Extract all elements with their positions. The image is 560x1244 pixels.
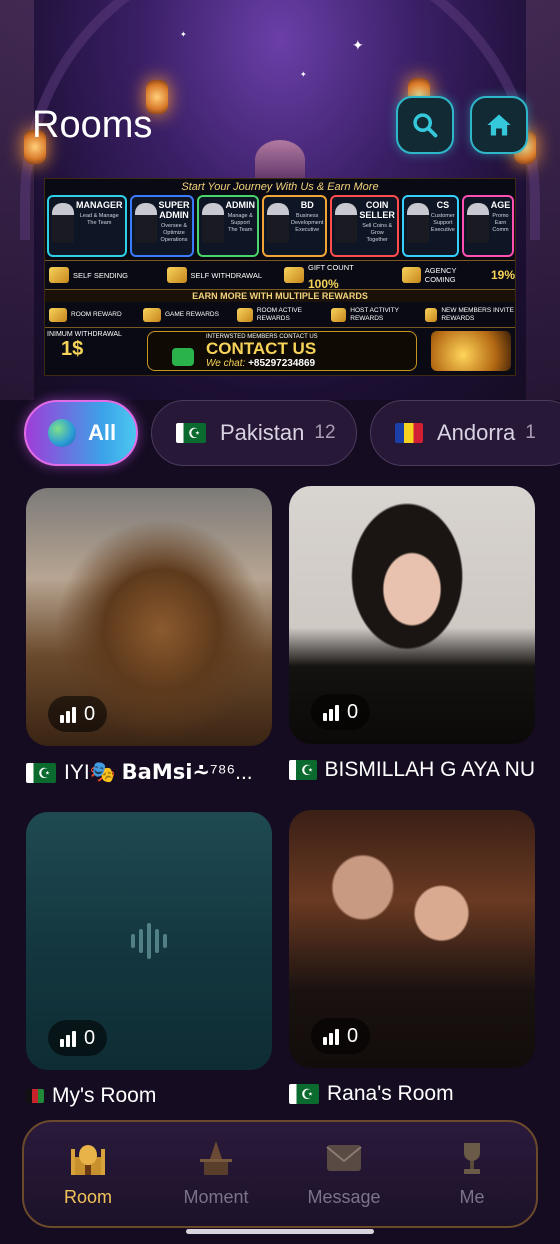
online-count: 0 — [311, 1018, 371, 1054]
trophy-icon — [49, 307, 67, 322]
search-icon — [413, 113, 438, 138]
temple-icon — [196, 1137, 236, 1177]
pakistan-flag-icon — [289, 760, 317, 780]
filter-chip-all[interactable]: All — [24, 400, 138, 466]
paper-plane-icon — [49, 267, 69, 283]
trophy-icon — [452, 1137, 492, 1177]
signal-bars-icon — [323, 1027, 339, 1045]
person-icon — [52, 203, 74, 243]
nav-message[interactable]: Message — [280, 1122, 408, 1226]
gift-icon — [425, 307, 438, 322]
contact-us-box: INTERWSTED MEMBERS CONTACT US CONTACT US… — [147, 331, 417, 371]
nav-me[interactable]: Me — [408, 1122, 536, 1226]
person-icon — [134, 203, 157, 243]
treasure-chest-icon — [431, 331, 511, 371]
star-icon — [331, 307, 347, 322]
nav-moment[interactable]: Moment — [152, 1122, 280, 1226]
online-count: 0 — [48, 1020, 108, 1056]
min-withdrawal: INIMUM WITHDRAWAL 1$ — [47, 331, 122, 360]
globe-icon — [48, 419, 76, 447]
person-icon — [466, 203, 489, 243]
room-card[interactable]: 0 Rana's Room — [289, 810, 535, 1106]
room-cover: 0 — [26, 488, 272, 746]
person-icon — [406, 203, 429, 243]
wallet-icon — [166, 267, 187, 283]
room-card[interactable]: 0 IYI🎭 𝗕𝗮𝗠𝘀𝗶⩪⁷⁸⁶... — [26, 488, 272, 785]
sparkle-icon: ✦ — [300, 70, 307, 79]
andorra-flag-icon — [395, 423, 423, 443]
room-name: My's Room — [52, 1084, 157, 1107]
group-icon — [237, 307, 253, 322]
nav-room[interactable]: Room — [24, 1122, 152, 1226]
role-card: AGE Promo Earn Comm — [461, 195, 515, 257]
page-title: Rooms — [32, 104, 153, 146]
banner-rewards: ROOM REWARD GAME REWARDS ROOM ACTIVE REW… — [45, 302, 515, 328]
pakistan-flag-icon — [289, 1084, 319, 1104]
bottom-nav: Room Moment Message Me — [22, 1120, 538, 1228]
person-icon — [201, 203, 224, 243]
gift-icon — [284, 267, 304, 283]
signal-bars-icon — [323, 703, 339, 721]
search-button[interactable] — [396, 96, 454, 154]
palace-icon — [68, 1137, 108, 1177]
banner-perks: SELF SENDING SELF WITHDRAWAL GIFT COUNT 1… — [45, 260, 515, 291]
online-count: 0 — [48, 696, 108, 732]
home-indicator[interactable] — [186, 1229, 374, 1234]
audio-wave-icon — [131, 923, 167, 959]
pakistan-flag-icon — [176, 423, 206, 443]
room-name: Rana's Room — [327, 1082, 454, 1105]
filter-chip-pakistan[interactable]: Pakistan 12 — [151, 400, 357, 466]
pakistan-flag-icon — [26, 762, 56, 783]
filter-chip-andorra[interactable]: Andorra 1 — [370, 400, 560, 466]
signal-bars-icon — [60, 705, 76, 723]
role-card: BD Business Development Executive — [262, 195, 328, 257]
role-card: SUPER ADMIN Oversee & Optimize Operations — [129, 195, 194, 257]
banner-earn-more: EARN MORE WITH MULTIPLE REWARDS — [45, 290, 515, 302]
sparkle-icon: ✦ — [352, 38, 364, 54]
signal-bars-icon — [60, 1029, 76, 1047]
sparkle-icon: ✦ — [180, 30, 187, 39]
gamepad-icon — [143, 307, 161, 322]
room-cover: 0 — [289, 810, 535, 1068]
role-card: MANAGER Lead & Manage The Team — [47, 195, 127, 257]
online-count: 0 — [311, 694, 371, 730]
afghanistan-flag-icon — [26, 1089, 44, 1103]
envelope-icon — [324, 1137, 364, 1177]
wechat-icon — [172, 348, 194, 366]
coins-icon — [401, 267, 421, 283]
room-name: BISMILLAH G AYA NU — [324, 758, 535, 781]
home-icon — [487, 114, 511, 136]
room-card[interactable]: 0 BISMILLAH G AYA NU — [289, 486, 535, 782]
room-name: IYI🎭 𝗕𝗮𝗠𝘀𝗶⩪⁷⁸⁶... — [64, 761, 253, 784]
person-icon — [267, 203, 290, 243]
room-cover: 0 — [289, 486, 535, 744]
banner-roles: MANAGER Lead & Manage The Team SUPER ADMI… — [45, 195, 515, 257]
home-button[interactable] — [470, 96, 528, 154]
promo-banner[interactable]: Start Your Journey With Us & Earn More M… — [44, 178, 516, 376]
room-card[interactable]: 0 My's Room — [26, 812, 272, 1108]
role-card: CS Customer Support Executive — [401, 195, 459, 257]
banner-tagline: Start Your Journey With Us & Earn More — [181, 181, 379, 193]
person-icon — [335, 203, 358, 243]
role-card: COIN SELLER Sell Coins & Grow Together — [330, 195, 399, 257]
room-cover: 0 — [26, 812, 272, 1070]
role-card: ADMIN Manage & Support The Team — [196, 195, 260, 257]
